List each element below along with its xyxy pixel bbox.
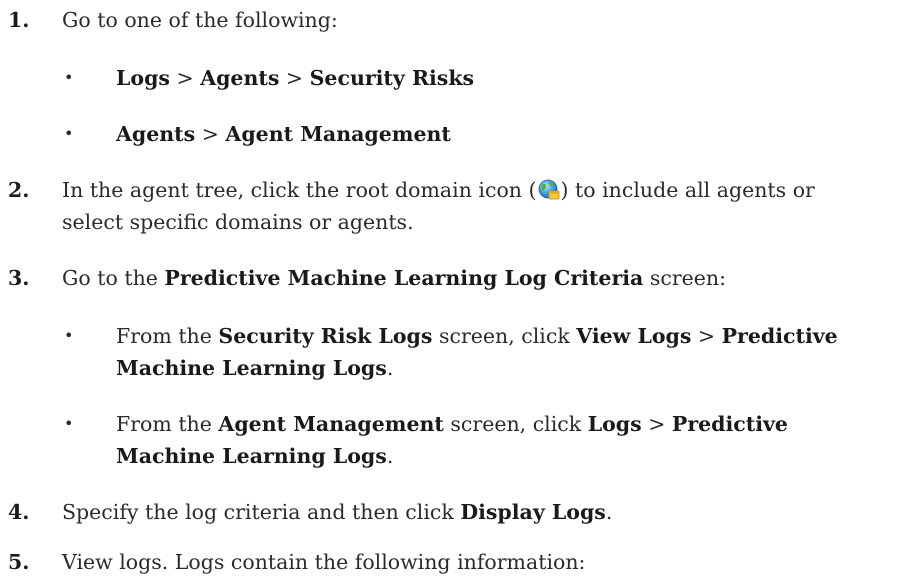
step-text: View logs. Logs contain the following in… — [62, 550, 586, 574]
root-domain-globe-icon — [538, 179, 559, 200]
step-number: 4. — [8, 500, 30, 524]
bullet-dot: • — [64, 414, 74, 433]
step-number: 1. — [8, 8, 30, 32]
menu-path-predictive: Predictive — [721, 324, 838, 348]
menu-path-view-logs: View Logs — [576, 324, 692, 348]
menu-path-predictive: Predictive — [671, 412, 788, 436]
bullet-dot: • — [64, 68, 74, 87]
bullet-dot: • — [64, 124, 74, 143]
step-text: select specific domains or agents. — [62, 210, 414, 234]
step-number: 5. — [8, 550, 30, 574]
menu-path-ml-logs: Machine Learning Logs — [116, 444, 387, 468]
menu-path-security-risks: Security Risks — [309, 66, 475, 90]
bullet-dot: • — [64, 326, 74, 345]
button-name-display-logs: Display Logs — [460, 500, 606, 524]
step-text: Specify the log criteria and then click … — [62, 500, 613, 524]
step-text: Go to the Predictive Machine Learning Lo… — [62, 266, 727, 290]
menu-path-logs: Logs — [587, 412, 642, 436]
menu-path-logs: Logs — [116, 66, 170, 90]
screen-name-criteria: Predictive Machine Learning Log Criteria — [164, 266, 644, 290]
menu-path-agents: Agents — [200, 66, 280, 90]
screen-name: Security Risk Logs — [218, 324, 433, 348]
step-text: Go to one of the following: — [62, 8, 338, 32]
step-number: 3. — [8, 266, 30, 290]
step-number: 2. — [8, 178, 30, 202]
step-text: In the agent tree, click the root domain… — [62, 178, 815, 202]
menu-path-agent-management: Agent Management — [225, 122, 451, 146]
menu-path-agents: Agents — [116, 122, 196, 146]
screen-name: Agent Management — [218, 412, 444, 436]
menu-path-ml-logs: Machine Learning Logs — [116, 356, 387, 380]
